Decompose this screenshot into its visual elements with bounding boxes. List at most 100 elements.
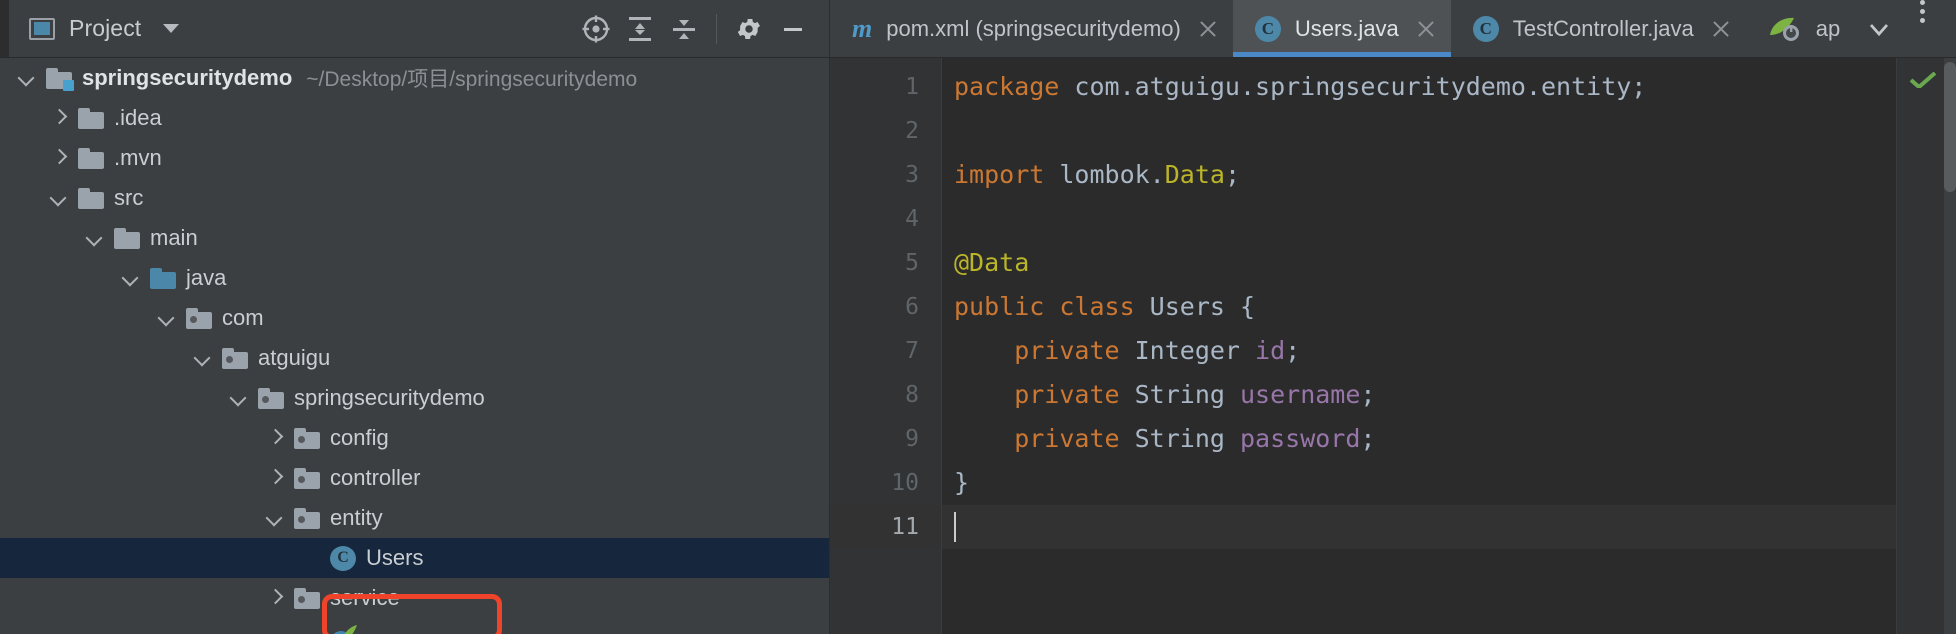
chevron-right-icon[interactable]	[48, 147, 70, 169]
top-bar: Project	[0, 0, 1956, 58]
tree-indent-spacer	[300, 627, 322, 634]
chevron-down-icon[interactable]	[228, 387, 250, 409]
kebab-menu-icon[interactable]	[1904, 0, 1941, 57]
package-icon	[294, 508, 320, 529]
tree-node-label: com	[222, 305, 264, 331]
tree-row-atguigu[interactable]: atguigu	[0, 338, 829, 378]
chevron-down-icon[interactable]	[192, 347, 214, 369]
code-line: private String password;	[942, 417, 1896, 461]
folder-icon	[78, 188, 104, 209]
tree-row-java[interactable]: java	[0, 258, 829, 298]
tab-testcontroller-java[interactable]: C TestController.java	[1451, 0, 1746, 57]
project-folder-icon	[46, 68, 72, 89]
settings-button[interactable]	[727, 9, 771, 49]
tab-application-properties[interactable]: ap	[1746, 0, 1854, 57]
tree-row-config[interactable]: config	[0, 418, 829, 458]
tree-node-label: atguigu	[258, 345, 330, 371]
tree-row-entity[interactable]: entity	[0, 498, 829, 538]
scrollbar-thumb[interactable]	[1944, 62, 1956, 192]
editor-tab-strip: m pom.xml (springsecuritydemo) C Users.j…	[830, 0, 1956, 57]
code-line: private Integer id;	[942, 329, 1896, 373]
tree-row-users[interactable]: C Users	[0, 538, 829, 578]
text-caret	[954, 512, 956, 542]
line-number: 6	[830, 285, 941, 329]
hide-panel-button[interactable]	[771, 9, 815, 49]
code-token: ;	[1360, 380, 1375, 409]
tree-node-label: .mvn	[114, 145, 162, 171]
code-token: Integer	[1120, 336, 1255, 365]
line-number: 4	[830, 197, 941, 241]
tree-row-spring-application[interactable]	[0, 618, 829, 634]
maven-file-icon: m	[852, 16, 872, 42]
tree-node-label: Users	[366, 545, 423, 571]
project-panel-header: Project	[9, 0, 830, 57]
chevron-down-icon[interactable]	[120, 267, 142, 289]
no-problems-check-icon[interactable]	[1909, 72, 1937, 88]
line-number-gutter: 1 2 3 4 5 6 7 8 9 10 11	[830, 58, 942, 634]
code-line-current	[942, 505, 1896, 549]
tree-node-label: springsecuritydemo	[294, 385, 485, 411]
package-icon	[294, 588, 320, 609]
close-icon[interactable]	[1710, 18, 1732, 40]
project-tree[interactable]: springsecuritydemo ~/Desktop/项目/springse…	[0, 58, 830, 634]
chevron-right-icon[interactable]	[48, 107, 70, 129]
editor-status-strip[interactable]	[1896, 58, 1956, 634]
code-token: password	[1240, 424, 1360, 453]
code-line: import lombok.Data;	[942, 153, 1896, 197]
tree-row-mvn[interactable]: .mvn	[0, 138, 829, 178]
code-editor[interactable]: 1 2 3 4 5 6 7 8 9 10 11 package com.atgu…	[830, 58, 1956, 634]
chevron-down-icon[interactable]	[16, 67, 38, 89]
tree-row-main[interactable]: main	[0, 218, 829, 258]
code-token: lombok.	[1044, 160, 1164, 189]
target-crosshair-icon	[581, 14, 611, 44]
tree-row-com[interactable]: com	[0, 298, 829, 338]
tree-node-label: src	[114, 185, 143, 211]
line-number: 3	[830, 153, 941, 197]
code-content[interactable]: package com.atguigu.springsecuritydemo.e…	[942, 58, 1896, 634]
tree-row-idea[interactable]: .idea	[0, 98, 829, 138]
select-opened-file-button[interactable]	[574, 9, 618, 49]
folder-icon	[78, 148, 104, 169]
close-icon[interactable]	[1415, 18, 1437, 40]
tree-row-springsecuritydemo[interactable]: springsecuritydemo	[0, 378, 829, 418]
code-token: package	[954, 72, 1059, 101]
code-line	[942, 109, 1896, 153]
tab-overflow-button[interactable]	[1854, 0, 1904, 57]
tree-node-label: springsecuritydemo	[82, 65, 292, 91]
tab-label: ap	[1816, 16, 1840, 42]
line-number: 2	[830, 109, 941, 153]
editor-scrollbar[interactable]	[1944, 58, 1956, 634]
tab-label: pom.xml (springsecuritydemo)	[886, 16, 1181, 42]
code-line: }	[942, 461, 1896, 505]
source-root-icon	[150, 268, 176, 289]
close-icon[interactable]	[1197, 18, 1219, 40]
chevron-down-icon[interactable]	[84, 227, 106, 249]
line-number: 8	[830, 373, 941, 417]
collapse-all-button[interactable]	[662, 9, 706, 49]
tab-users-java[interactable]: C Users.java	[1233, 0, 1451, 57]
tree-row-src[interactable]: src	[0, 178, 829, 218]
chevron-down-icon[interactable]	[264, 507, 286, 529]
chevron-right-icon[interactable]	[264, 427, 286, 449]
tab-label: Users.java	[1295, 16, 1399, 42]
tree-node-label: entity	[330, 505, 383, 531]
tab-pom-xml[interactable]: m pom.xml (springsecuritydemo)	[830, 0, 1233, 57]
spring-boot-app-icon	[330, 625, 358, 634]
chevron-right-icon[interactable]	[264, 467, 286, 489]
code-token: private	[954, 380, 1120, 409]
expand-all-button[interactable]	[618, 9, 662, 49]
code-token: String	[1120, 380, 1240, 409]
code-token: public class	[954, 292, 1135, 321]
toolbar-divider	[716, 14, 717, 44]
code-token: @Data	[954, 248, 1029, 277]
package-icon	[294, 428, 320, 449]
tree-node-label: .idea	[114, 105, 162, 131]
tree-row-controller[interactable]: controller	[0, 458, 829, 498]
tree-row-service[interactable]: service	[0, 578, 829, 618]
chevron-right-icon[interactable]	[264, 587, 286, 609]
tree-row-root[interactable]: springsecuritydemo ~/Desktop/项目/springse…	[0, 58, 829, 98]
collapse-all-icon	[669, 14, 699, 44]
chevron-down-icon[interactable]	[163, 24, 179, 33]
chevron-down-icon[interactable]	[48, 187, 70, 209]
chevron-down-icon[interactable]	[156, 307, 178, 329]
